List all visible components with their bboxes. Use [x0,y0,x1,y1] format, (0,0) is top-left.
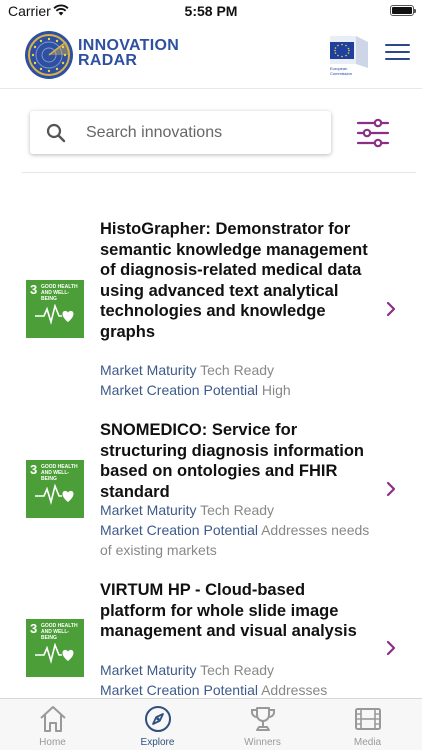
tab-home[interactable]: Home [0,699,105,750]
maturity-label: Market Maturity [100,362,197,378]
tab-label: Explore [140,737,175,748]
potential-value: Addresses [261,682,328,698]
hamburger-menu-icon[interactable] [385,44,410,64]
maturity-label: Market Maturity [100,502,197,518]
sdg-good-health-icon: 3 GOOD HEALTH AND WELL-BEING [26,460,84,518]
tab-label: Media [353,737,382,748]
maturity-value: Tech Ready [200,502,275,518]
brand-line-2: RADAR [78,52,138,69]
sdg-good-health-icon: 3 GOOD HEALTH AND WELL-BEING [26,619,84,677]
european-commission-logo-icon: European Commission [330,36,368,76]
header-divider [0,88,422,89]
brand-line-1: INNOVATION [78,37,180,54]
ec-text-2: Commission [330,71,352,76]
sdg-number: 3 [30,621,38,636]
tab-label: Home [39,737,66,748]
market-maturity: Market Maturity Tech Ready [100,660,375,680]
market-creation-potential: Market Creation Potential Addresses need… [100,520,375,560]
search-bar[interactable] [30,111,331,154]
potential-label: Market Creation Potential [100,522,258,538]
maturity-value: Tech Ready [200,662,275,678]
sdg-text: GOOD HEALTH AND WELL-BEING [41,464,78,482]
tab-media[interactable]: Media [315,699,420,750]
list-item[interactable]: 3 GOOD HEALTH AND WELL-BEING SNOMEDICO: … [0,413,422,573]
brand-name: INNOVATION RADAR [78,37,180,69]
item-title: HistoGrapher: Demonstrator for semantic … [100,220,368,341]
sdg-good-health-icon: 3 GOOD HEALTH AND WELL-BEING [26,280,84,338]
tab-winners[interactable]: Winners [210,699,315,750]
list-item[interactable]: 3 GOOD HEALTH AND WELL-BEING VIRTUM HP -… [0,573,422,698]
search-icon [46,123,66,143]
sdg-text: GOOD HEALTH AND WELL-BEING [41,284,78,302]
sdg-text: GOOD HEALTH AND WELL-BEING [41,623,78,641]
potential-value: High [261,382,291,398]
chevron-right-icon[interactable] [384,301,398,317]
item-title: VIRTUM HP - Cloud-based platform for who… [100,581,357,640]
heartbeat-icon [35,484,74,505]
app-header: INNOVATION RADAR European Commission [0,22,422,88]
list-item[interactable]: 3 GOOD HEALTH AND WELL-BEING HistoGraphe… [0,173,422,413]
market-creation-potential: Market Creation Potential Addresses [100,680,375,698]
chevron-right-icon[interactable] [384,640,398,656]
compass-icon [145,706,171,732]
search-input[interactable] [86,111,321,154]
heartbeat-icon [35,643,74,664]
sdg-number: 3 [30,282,38,297]
heartbeat-icon [35,304,74,325]
maturity-value: Tech Ready [200,362,275,378]
sdg-number: 3 [30,462,38,477]
potential-label: Market Creation Potential [100,682,258,698]
tab-label: Winners [244,737,281,748]
chevron-right-icon[interactable] [384,481,398,497]
maturity-label: Market Maturity [100,662,197,678]
innovation-radar-logo-icon [25,31,73,79]
innovation-list: 3 GOOD HEALTH AND WELL-BEING HistoGraphe… [0,173,422,698]
market-maturity: Market Maturity Tech Ready [100,500,375,520]
film-icon [355,708,381,730]
battery-icon [390,5,416,16]
status-bar: Carrier 5:58 PM [0,0,422,22]
status-time: 5:58 PM [184,3,238,19]
market-creation-potential: Market Creation Potential High [100,380,375,400]
market-maturity: Market Maturity Tech Ready [100,360,375,380]
trophy-icon [251,707,275,731]
tab-explore[interactable]: Explore [105,699,210,750]
home-icon [40,706,66,732]
tab-bar: Home Explore Winners Media [0,698,422,750]
potential-label: Market Creation Potential [100,382,258,398]
item-title: SNOMEDICO: Service for structuring diagn… [100,421,365,501]
filter-sliders-icon[interactable] [356,118,390,148]
